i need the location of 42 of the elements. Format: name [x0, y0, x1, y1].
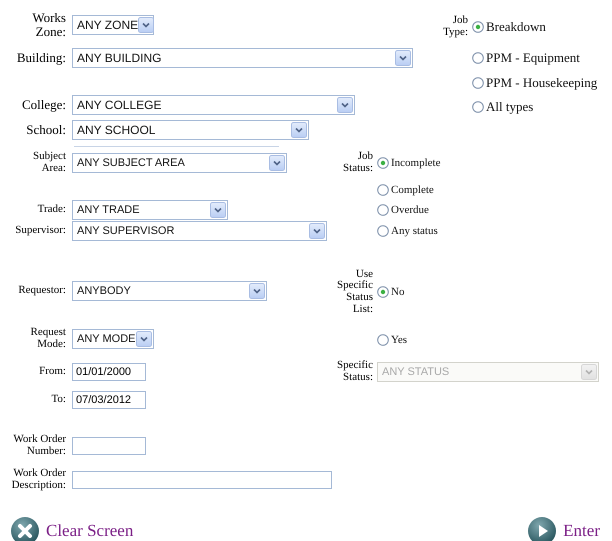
input-field[interactable] — [72, 471, 332, 489]
field-label: Subject Area: — [32, 151, 66, 175]
input-field[interactable]: 07/03/2012 — [72, 391, 146, 409]
field-label: To: — [50, 394, 66, 406]
dropdown[interactable]: ANY COLLEGE — [72, 95, 355, 115]
input-field[interactable]: 01/01/2000 — [72, 363, 146, 381]
field-label: Building: — [16, 51, 66, 65]
field-label: Job Status: — [342, 151, 373, 175]
radio-option[interactable]: Overdue — [377, 204, 429, 216]
radio-option[interactable]: PPM - Equipment — [472, 50, 580, 66]
field-label: Requestor: — [17, 285, 66, 297]
enter-button[interactable]: Enter — [527, 516, 600, 541]
field-label: Supervisor: — [14, 225, 66, 237]
input-field[interactable] — [72, 437, 146, 455]
dropdown[interactable]: ANY SUBJECT AREA — [72, 153, 287, 173]
field-label: School: — [25, 123, 66, 137]
field-label: Request Mode: — [30, 327, 66, 351]
radio-option[interactable]: Any status — [377, 225, 438, 237]
radio-option[interactable]: Incomplete — [377, 157, 440, 169]
dropdown[interactable]: ANY ZONE — [72, 15, 154, 35]
clear-screen-button[interactable]: Clear Screen — [10, 516, 134, 541]
field-label: Work Order Number: — [12, 434, 66, 458]
field-label: College: — [20, 98, 66, 112]
radio-option[interactable]: No — [377, 286, 404, 298]
field-label: Work Order Description: — [10, 468, 66, 492]
dropdown[interactable]: ANY BUILDING — [72, 48, 413, 68]
field-label: Use Specific Status List: — [336, 268, 373, 316]
radio-option[interactable]: All types — [472, 99, 534, 115]
dropdown[interactable]: ANY SCHOOL — [72, 120, 309, 140]
radio-option[interactable]: Breakdown — [472, 19, 546, 35]
dropdown[interactable]: ANY SUPERVISOR — [72, 221, 327, 241]
dropdown[interactable]: ANY MODE — [72, 329, 154, 349]
field-label: Job Type: — [442, 15, 468, 39]
field-label: Specific Status: — [336, 360, 373, 384]
field-label: From: — [38, 366, 66, 378]
field-label: Works Zone: — [31, 11, 66, 39]
radio-option[interactable]: PPM - Housekeeping — [472, 75, 598, 91]
field-label: Trade: — [36, 204, 66, 216]
radio-option[interactable]: Yes — [377, 334, 408, 346]
radio-option[interactable]: Complete — [377, 184, 434, 196]
dropdown[interactable]: ANYBODY — [72, 281, 267, 301]
dropdown[interactable]: ANY TRADE — [72, 200, 228, 220]
